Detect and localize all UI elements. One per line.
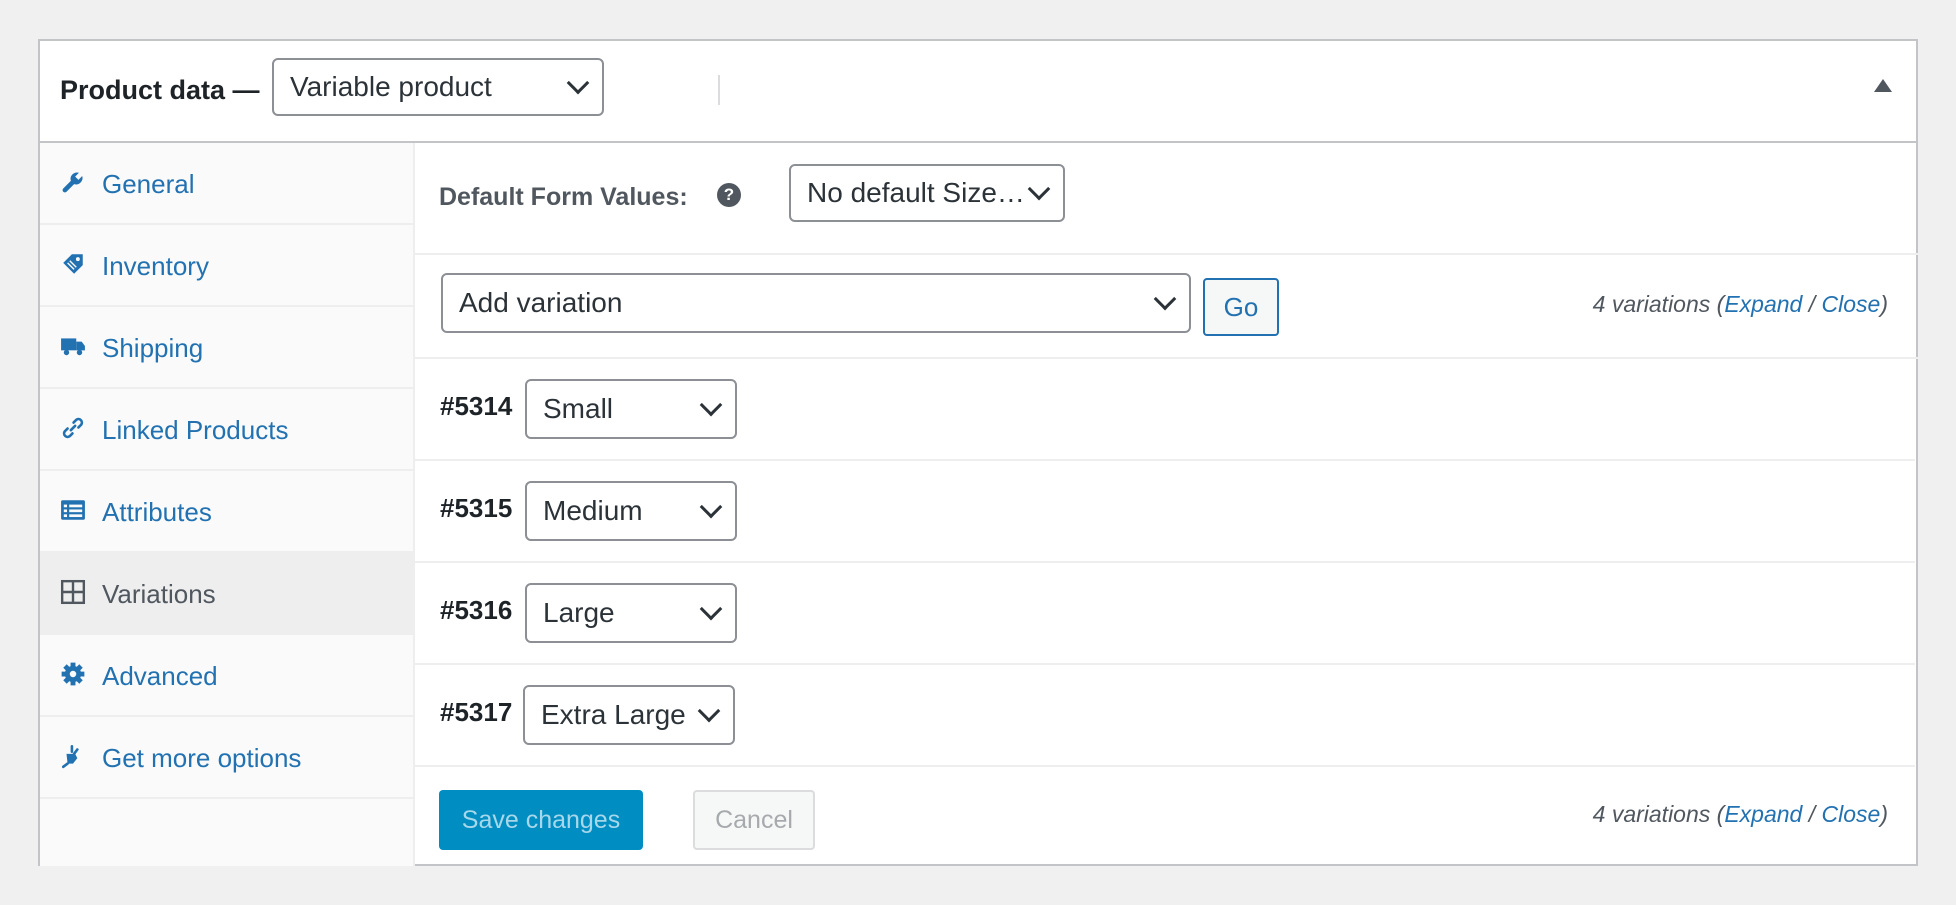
variation-size-value: Large bbox=[543, 597, 615, 628]
chevron-down-icon bbox=[566, 71, 590, 95]
variation-id: #5315 bbox=[440, 493, 513, 523]
product-type-value: Variable product bbox=[290, 71, 492, 102]
variation-size-select[interactable]: Medium bbox=[525, 481, 737, 541]
tab-attributes[interactable]: Attributes bbox=[40, 471, 415, 553]
variations-count-text: 4 variations bbox=[1592, 801, 1711, 827]
header-divider bbox=[718, 75, 720, 105]
variations-count-text: 4 variations bbox=[1592, 291, 1711, 317]
tag-icon bbox=[63, 254, 83, 274]
default-size-select[interactable]: No default Size… bbox=[789, 164, 1065, 222]
plugin-icon bbox=[61, 744, 79, 769]
variations-count: 4 variations (Expand / Close) bbox=[1592, 291, 1888, 317]
default-form-values-label: Default Form Values: bbox=[439, 183, 688, 211]
product-data-panel: Product data — Variable product General … bbox=[38, 39, 1918, 866]
tab-label: Get more options bbox=[102, 743, 302, 773]
tab-advanced[interactable]: Advanced bbox=[40, 635, 415, 717]
wrench-icon bbox=[62, 172, 83, 193]
variation-id: #5314 bbox=[440, 391, 513, 421]
variation-size-value: Small bbox=[543, 393, 614, 424]
expand-all-link[interactable]: Expand bbox=[1724, 291, 1802, 317]
save-changes-button[interactable]: Save changes bbox=[439, 790, 643, 850]
gear-icon bbox=[61, 662, 85, 686]
truck-icon bbox=[61, 338, 85, 356]
grid-icon bbox=[60, 579, 86, 605]
chevron-down-icon bbox=[699, 597, 723, 621]
tab-label: Shipping bbox=[102, 333, 204, 363]
tab-label: Advanced bbox=[102, 661, 218, 691]
product-data-title: Product data — bbox=[60, 75, 260, 105]
variations-panel: Default Form Values: ? No default Size… … bbox=[415, 143, 1918, 866]
collapse-toggle-icon[interactable] bbox=[1874, 79, 1892, 92]
tab-variations[interactable]: Variations bbox=[40, 553, 415, 635]
variation-row[interactable]: #5314 Small bbox=[415, 359, 1915, 461]
default-form-values-row: Default Form Values: ? No default Size… bbox=[415, 143, 1918, 255]
product-data-header: Product data — Variable product bbox=[40, 41, 1916, 143]
tab-get-more-options[interactable]: Get more options bbox=[40, 717, 415, 799]
variation-id: #5317 bbox=[440, 697, 513, 727]
variation-size-select[interactable]: Extra Large bbox=[523, 685, 735, 745]
close-all-link[interactable]: Close bbox=[1822, 291, 1881, 317]
go-button[interactable]: Go bbox=[1203, 278, 1279, 336]
cancel-button[interactable]: Cancel bbox=[693, 790, 815, 850]
tab-label: Attributes bbox=[102, 497, 212, 527]
tab-label: Inventory bbox=[102, 251, 209, 281]
tab-label: General bbox=[102, 169, 195, 199]
expand-all-link[interactable]: Expand bbox=[1724, 801, 1802, 827]
close-all-link[interactable]: Close bbox=[1822, 801, 1881, 827]
chevron-down-icon bbox=[699, 495, 723, 519]
variation-row[interactable]: #5316 Large bbox=[415, 563, 1915, 665]
variation-size-value: Extra Large bbox=[541, 699, 686, 730]
chevron-down-icon bbox=[1153, 287, 1177, 311]
variation-size-value: Medium bbox=[543, 495, 643, 526]
chevron-down-icon bbox=[697, 699, 721, 723]
tab-label: Linked Products bbox=[102, 415, 289, 445]
variation-row[interactable]: #5317 Extra Large bbox=[415, 665, 1915, 767]
chevron-down-icon bbox=[1027, 177, 1051, 201]
tab-shipping[interactable]: Shipping bbox=[40, 307, 415, 389]
add-variation-select[interactable]: Add variation bbox=[441, 273, 1191, 333]
tab-inventory[interactable]: Inventory bbox=[40, 225, 415, 307]
product-type-select[interactable]: Variable product bbox=[272, 58, 604, 116]
add-variation-value: Add variation bbox=[459, 287, 623, 318]
tab-label: Variations bbox=[102, 579, 216, 609]
variation-id: #5316 bbox=[440, 595, 513, 625]
tab-linked-products[interactable]: Linked Products bbox=[40, 389, 415, 471]
help-icon[interactable]: ? bbox=[717, 183, 741, 207]
chevron-down-icon bbox=[699, 393, 723, 417]
tab-general[interactable]: General bbox=[40, 143, 415, 225]
default-size-value: No default Size… bbox=[807, 177, 1025, 208]
list-view-icon bbox=[61, 500, 85, 520]
variation-size-select[interactable]: Small bbox=[525, 379, 737, 439]
variations-footer: Save changes Cancel 4 variations (Expand… bbox=[415, 767, 1918, 866]
variation-size-select[interactable]: Large bbox=[525, 583, 737, 643]
variation-row[interactable]: #5315 Medium bbox=[415, 461, 1915, 563]
variations-count: 4 variations (Expand / Close) bbox=[1592, 801, 1888, 827]
link-icon bbox=[62, 417, 84, 439]
product-data-tabs: General Inventory Shipping Linked Produc… bbox=[40, 143, 415, 866]
add-variation-row: Add variation Go 4 variations (Expand / … bbox=[415, 255, 1918, 359]
